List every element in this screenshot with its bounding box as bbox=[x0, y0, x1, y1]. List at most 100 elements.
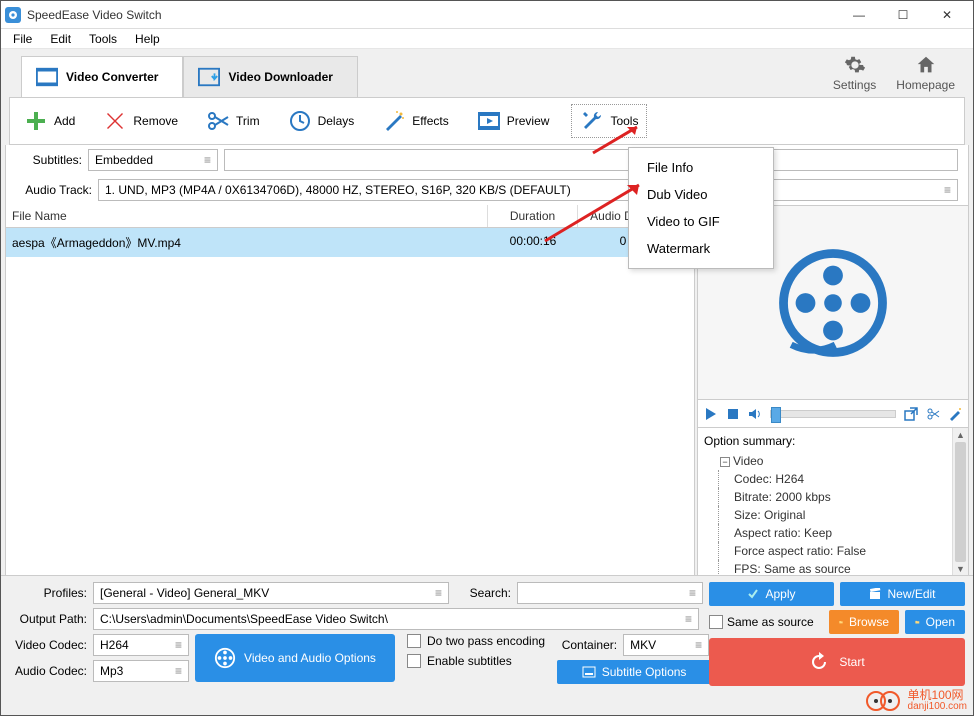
trim-button[interactable]: Trim bbox=[200, 105, 266, 137]
settings-button[interactable]: Settings bbox=[833, 54, 876, 92]
col-filename[interactable]: File Name bbox=[6, 205, 488, 227]
x-icon bbox=[103, 109, 127, 133]
scroll-up-icon[interactable]: ▲ bbox=[953, 428, 968, 442]
slider-thumb[interactable] bbox=[771, 407, 781, 423]
wand-small-icon[interactable] bbox=[948, 407, 962, 421]
seek-slider[interactable] bbox=[770, 410, 896, 418]
start-button[interactable]: Start bbox=[709, 638, 965, 686]
two-pass-label: Do two pass encoding bbox=[427, 634, 545, 648]
subtitles-label: Subtitles: bbox=[16, 153, 82, 167]
header-row: Video Converter Video Downloader Setting… bbox=[1, 49, 973, 97]
refresh-icon bbox=[809, 652, 829, 672]
cell-filename: aespa《Armageddon》MV.mp4 bbox=[6, 228, 488, 257]
tree-leaf: Aspect ratio: Keep bbox=[704, 524, 962, 542]
open-label: Open bbox=[926, 615, 955, 629]
acodec-combo[interactable]: Mp3≡ bbox=[93, 660, 189, 682]
menu-help[interactable]: Help bbox=[127, 30, 168, 48]
enable-subs-label: Enable subtitles bbox=[427, 654, 512, 668]
volume-icon[interactable] bbox=[748, 407, 762, 421]
toolbar: Add Remove Trim Delays Effects Preview T… bbox=[9, 97, 965, 145]
effects-label: Effects bbox=[412, 114, 448, 128]
add-label: Add bbox=[54, 114, 75, 128]
scroll-down-icon[interactable]: ▼ bbox=[953, 562, 968, 576]
clock-icon bbox=[288, 109, 312, 133]
vcodec-value: H264 bbox=[100, 638, 129, 652]
delays-button[interactable]: Delays bbox=[282, 105, 361, 137]
combo-handle-icon: ≡ bbox=[435, 586, 442, 600]
profiles-combo[interactable]: [General - Video] General_MKV ≡ bbox=[93, 582, 449, 604]
bottom-panel: Profiles: [General - Video] General_MKV … bbox=[1, 575, 973, 715]
tab-video-converter[interactable]: Video Converter bbox=[21, 56, 183, 97]
newedit-button[interactable]: New/Edit bbox=[840, 582, 965, 606]
scroll-thumb[interactable] bbox=[955, 442, 966, 562]
apply-button[interactable]: Apply bbox=[709, 582, 834, 606]
popout-icon[interactable] bbox=[904, 407, 918, 421]
open-button[interactable]: Open bbox=[905, 610, 965, 634]
subtitle-options-button[interactable]: Subtitle Options bbox=[557, 660, 711, 684]
output-path-combo[interactable]: C:\Users\admin\Documents\SpeedEase Video… bbox=[93, 608, 699, 630]
tab-label: Video Converter bbox=[66, 70, 158, 84]
acodec-value: Mp3 bbox=[100, 664, 123, 678]
option-scrollbar[interactable]: ▲ ▼ bbox=[952, 428, 968, 576]
output-value: C:\Users\admin\Documents\SpeedEase Video… bbox=[100, 612, 388, 626]
tab-video-downloader[interactable]: Video Downloader bbox=[183, 56, 357, 97]
tree-node-video[interactable]: −Video bbox=[704, 452, 962, 470]
menu-tools[interactable]: Tools bbox=[81, 30, 125, 48]
film-icon bbox=[36, 67, 58, 87]
vcodec-combo[interactable]: H264≡ bbox=[93, 634, 189, 656]
play-icon[interactable] bbox=[704, 407, 718, 421]
checkbox-icon bbox=[407, 654, 421, 668]
search-combo[interactable]: ≡ bbox=[517, 582, 703, 604]
app-icon bbox=[5, 7, 21, 23]
container-value: MKV bbox=[630, 638, 656, 652]
start-label: Start bbox=[839, 655, 864, 669]
enable-subs-checkbox[interactable]: Enable subtitles bbox=[407, 654, 545, 668]
filmstrip-icon bbox=[477, 109, 501, 133]
cut-icon[interactable] bbox=[926, 407, 940, 421]
combo-handle-icon: ≡ bbox=[204, 153, 211, 167]
stop-icon[interactable] bbox=[726, 407, 740, 421]
subtitle-icon bbox=[582, 665, 596, 679]
maximize-button[interactable]: ☐ bbox=[881, 1, 925, 29]
remove-button[interactable]: Remove bbox=[97, 105, 184, 137]
wand-icon bbox=[382, 109, 406, 133]
menu-file[interactable]: File bbox=[5, 30, 40, 48]
audiotrack-value: 1. UND, MP3 (MP4A / 0X6134706D), 48000 H… bbox=[105, 183, 571, 197]
menu-edit[interactable]: Edit bbox=[42, 30, 79, 48]
option-summary-title: Option summary: bbox=[704, 432, 962, 452]
add-button[interactable]: Add bbox=[18, 105, 81, 137]
preview-label: Preview bbox=[507, 114, 550, 128]
watermark-line2: danji100.com bbox=[908, 701, 967, 713]
tree-leaf: Codec: H264 bbox=[704, 470, 962, 488]
clapper-icon bbox=[869, 588, 881, 600]
plus-icon bbox=[24, 109, 48, 133]
title-bar: SpeedEase Video Switch — ☐ ✕ bbox=[1, 1, 973, 29]
window-title: SpeedEase Video Switch bbox=[27, 8, 837, 22]
home-icon bbox=[915, 54, 937, 76]
preview-button[interactable]: Preview bbox=[471, 105, 556, 137]
audiotrack-combo[interactable]: 1. UND, MP3 (MP4A / 0X6134706D), 48000 H… bbox=[98, 179, 958, 201]
video-audio-options-button[interactable]: Video and Audio Options bbox=[195, 634, 395, 682]
watermark-logo-icon bbox=[866, 689, 902, 713]
settings-label: Settings bbox=[833, 78, 876, 92]
subtitle-options-label: Subtitle Options bbox=[602, 665, 687, 679]
browse-button[interactable]: Browse bbox=[829, 610, 899, 634]
option-tree: −Video Codec: H264 Bitrate: 2000 kbps Si… bbox=[704, 452, 962, 577]
container-combo[interactable]: MKV≡ bbox=[623, 634, 709, 656]
site-watermark: 单机100网 danji100.com bbox=[866, 689, 967, 713]
homepage-label: Homepage bbox=[896, 78, 955, 92]
trim-label: Trim bbox=[236, 114, 260, 128]
annotation-arrow-icon bbox=[541, 177, 651, 247]
same-as-source-checkbox[interactable]: Same as source bbox=[709, 615, 823, 629]
close-button[interactable]: ✕ bbox=[925, 1, 969, 29]
two-pass-checkbox[interactable]: Do two pass encoding bbox=[407, 634, 545, 648]
effects-button[interactable]: Effects bbox=[376, 105, 454, 137]
combo-handle-icon: ≡ bbox=[685, 612, 692, 626]
gear-icon bbox=[844, 54, 866, 76]
combo-handle-icon: ≡ bbox=[944, 183, 951, 197]
minimize-button[interactable]: — bbox=[837, 1, 881, 29]
homepage-button[interactable]: Homepage bbox=[896, 54, 955, 92]
vcodec-label: Video Codec: bbox=[9, 638, 87, 652]
subtitles-combo[interactable]: Embedded ≡ bbox=[88, 149, 218, 171]
combo-handle-icon: ≡ bbox=[689, 586, 696, 600]
